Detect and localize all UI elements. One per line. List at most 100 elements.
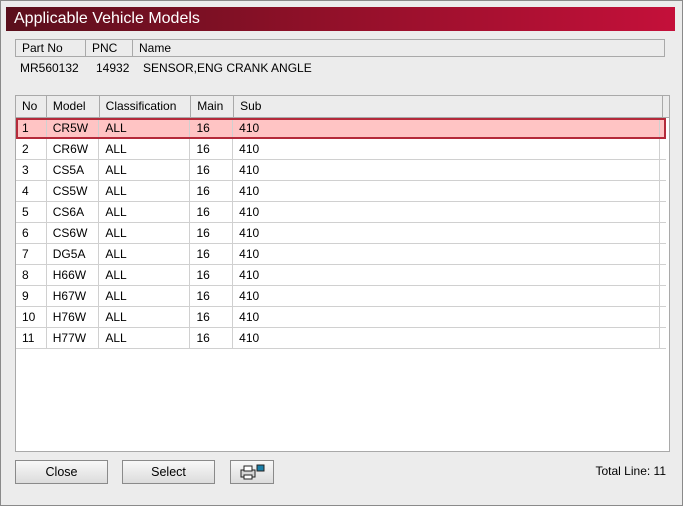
cell-sub: 410 [233,286,660,306]
row-filler [660,265,666,285]
cell-no: 8 [16,265,47,285]
cell-model: H76W [47,307,100,327]
cell-model: H66W [47,265,100,285]
cell-classification: ALL [99,307,191,327]
cell-main: 16 [190,307,234,327]
row-filler [660,328,666,348]
table-row[interactable]: 8 H66W ALL 16 410 [16,265,666,286]
total-line-label: Total Line: 11 [595,464,667,478]
cell-sub: 410 [233,181,660,201]
row-filler [660,223,666,243]
cell-sub: 410 [233,118,660,138]
cell-sub: 410 [233,328,660,348]
cell-no: 5 [16,202,47,222]
header-part-no: Part No [16,40,86,56]
row-filler [660,202,666,222]
cell-classification: ALL [99,202,191,222]
cell-classification: ALL [99,118,191,138]
window-title: Applicable Vehicle Models [6,7,675,31]
printer-icon [239,464,265,480]
column-sub[interactable]: Sub [234,96,664,117]
cell-no: 6 [16,223,47,243]
cell-no: 10 [16,307,47,327]
cell-main: 16 [190,223,234,243]
print-button[interactable] [230,460,274,484]
row-filler [660,139,666,159]
cell-classification: ALL [99,328,191,348]
cell-main: 16 [190,160,234,180]
column-no[interactable]: No [16,96,47,117]
cell-classification: ALL [99,181,191,201]
table-row[interactable]: 2 CR6W ALL 16 410 [16,139,666,160]
dialog-window: Applicable Vehicle Models Part No PNC Na… [0,0,683,506]
cell-main: 16 [190,286,234,306]
cell-model: CS5W [47,181,100,201]
pnc-value: 14932 [96,61,130,75]
cell-classification: ALL [99,244,191,264]
select-button[interactable]: Select [122,460,215,484]
cell-no: 1 [16,118,47,138]
cell-model: DG5A [47,244,100,264]
cell-main: 16 [190,181,234,201]
column-main[interactable]: Main [191,96,235,117]
cell-main: 16 [190,118,234,138]
cell-classification: ALL [99,160,191,180]
row-filler [660,181,666,201]
cell-classification: ALL [99,286,191,306]
cell-no: 3 [16,160,47,180]
cell-model: CS6W [47,223,100,243]
cell-classification: ALL [99,139,191,159]
cell-no: 9 [16,286,47,306]
cell-sub: 410 [233,202,660,222]
cell-main: 16 [190,265,234,285]
column-classification[interactable]: Classification [100,96,192,117]
part-info-row: MR560132 14932 SENSOR,ENG CRANK ANGLE [15,57,665,79]
part-info-header: Part No PNC Name [15,39,665,57]
table-row[interactable]: 10 H76W ALL 16 410 [16,307,666,328]
row-filler [660,307,666,327]
header-name: Name [139,41,172,55]
list-header: No Model Classification Main Sub [16,96,669,118]
cell-sub: 410 [233,307,660,327]
header-pnc: PNC [86,40,133,56]
cell-model: H77W [47,328,100,348]
list-body: 1 CR5W ALL 16 410 2 CR6W ALL 16 410 3 CS5A ALL 16 410 4… [16,118,669,349]
cell-no: 11 [16,328,47,348]
cell-sub: 410 [233,160,660,180]
cell-main: 16 [190,139,234,159]
part-info-panel: Part No PNC Name MR560132 14932 SENSOR,E… [15,39,665,89]
header-filler [663,96,669,117]
row-filler [660,244,666,264]
cell-model: CR6W [47,139,100,159]
cell-classification: ALL [99,265,191,285]
row-filler [660,160,666,180]
cell-model: H67W [47,286,100,306]
close-button[interactable]: Close [15,460,108,484]
table-row[interactable]: 5 CS6A ALL 16 410 [16,202,666,223]
cell-no: 2 [16,139,47,159]
cell-main: 16 [190,244,234,264]
cell-sub: 410 [233,139,660,159]
row-filler [660,286,666,306]
table-row[interactable]: 4 CS5W ALL 16 410 [16,181,666,202]
cell-sub: 410 [233,265,660,285]
column-model[interactable]: Model [47,96,100,117]
table-row[interactable]: 9 H67W ALL 16 410 [16,286,666,307]
table-row[interactable]: 3 CS5A ALL 16 410 [16,160,666,181]
part-name-value: SENSOR,ENG CRANK ANGLE [143,61,312,75]
cell-classification: ALL [99,223,191,243]
row-filler [660,118,666,138]
table-row[interactable]: 6 CS6W ALL 16 410 [16,223,666,244]
table-row[interactable]: 1 CR5W ALL 16 410 [16,118,666,139]
part-no-value: MR560132 [20,61,79,75]
cell-no: 4 [16,181,47,201]
cell-main: 16 [190,202,234,222]
cell-model: CS5A [47,160,100,180]
vehicle-models-list[interactable]: No Model Classification Main Sub 1 CR5W AL… [15,95,670,452]
table-row[interactable]: 7 DG5A ALL 16 410 [16,244,666,265]
cell-sub: 410 [233,223,660,243]
cell-no: 7 [16,244,47,264]
table-row[interactable]: 11 H77W ALL 16 410 [16,328,666,349]
cell-model: CR5W [47,118,100,138]
cell-model: CS6A [47,202,100,222]
